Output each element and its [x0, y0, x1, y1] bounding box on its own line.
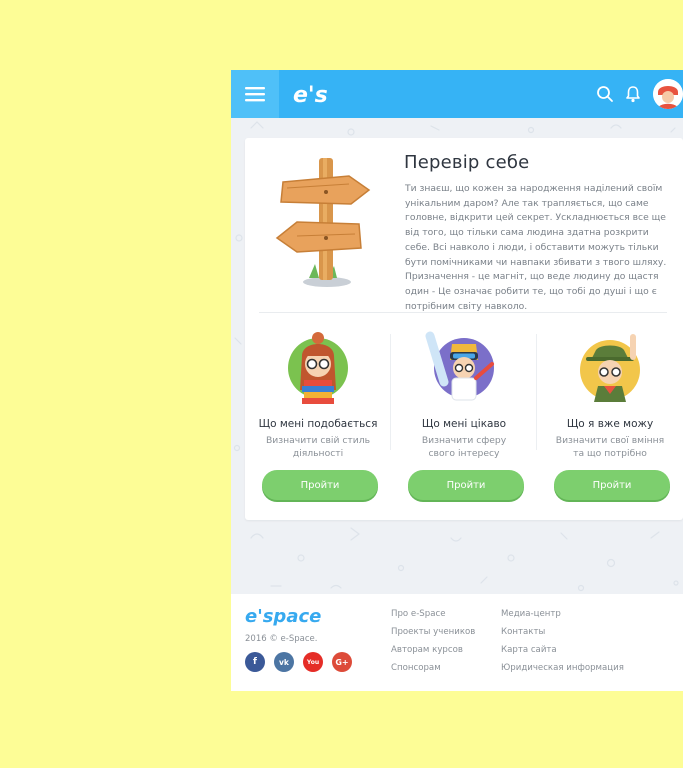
test-subtitle: Визначити сферу свого інтересу [421, 435, 507, 459]
svg-text:e's: e's [293, 83, 328, 106]
top-bar: e's [231, 70, 683, 118]
test-card-interests: Що мені цікаво Визначити сферу свого інт… [394, 330, 534, 510]
footer-link-about[interactable]: Про e-Space [391, 609, 445, 619]
start-test-button[interactable]: Пройти [408, 470, 524, 500]
divider [259, 312, 667, 313]
google-plus-icon[interactable]: G+ [332, 652, 352, 672]
app-frame: e's Перевір себе Ти знаєш, що кожен за н… [231, 70, 683, 691]
bell-icon[interactable] [625, 85, 641, 103]
girl-books-icon [288, 332, 348, 404]
copyright: 2016 © e-Space. [245, 634, 318, 644]
test-card-skills: Що я вже можу Визначити свої вміння та щ… [540, 330, 680, 510]
scout-icon [580, 334, 640, 402]
avatar[interactable] [653, 79, 683, 109]
footer-link-student-projects[interactable]: Проекты учеников [391, 627, 475, 637]
test-subtitle: Визначити свої вміння та що потрібно [555, 435, 665, 459]
skier-icon [425, 331, 494, 401]
start-test-button[interactable]: Пройти [262, 470, 378, 500]
test-title: Що я вже можу [566, 418, 654, 430]
vk-icon[interactable]: vk [274, 652, 294, 672]
test-title: Що мені подобається [258, 418, 378, 430]
self-test-card: Перевір себе Ти знаєш, що кожен за народ… [245, 138, 683, 520]
footer-link-contacts[interactable]: Контакты [501, 627, 545, 637]
user-avatar-icon [653, 79, 683, 109]
search-icon[interactable] [596, 85, 614, 103]
test-card-likes: Що мені подобається Визначити свій стиль… [248, 330, 388, 510]
footer-link-legal[interactable]: Юридическая информация [501, 663, 624, 673]
facebook-icon[interactable]: f [245, 652, 265, 672]
espace-logo[interactable]: e'space [245, 605, 337, 627]
footer-link-course-authors[interactable]: Авторам курсов [391, 645, 463, 655]
test-subtitle: Визначити свій стиль діяльності [265, 435, 370, 459]
signpost-illustration [275, 158, 371, 287]
menu-icon [245, 87, 265, 102]
youtube-icon[interactable]: You [303, 652, 323, 672]
footer-link-sponsors[interactable]: Спонсорам [391, 663, 441, 673]
card-title: Перевір себе [404, 152, 530, 173]
es-logo[interactable]: e's [293, 82, 333, 106]
footer-link-sitemap[interactable]: Карта сайта [501, 645, 557, 655]
test-title: Що мені цікаво [421, 418, 507, 430]
column-separator [390, 334, 391, 450]
menu-button[interactable] [231, 70, 279, 118]
card-description: Ти знаєш, що кожен за народження наділен… [405, 183, 667, 312]
svg-text:e'space: e'space [245, 606, 321, 627]
column-separator [536, 334, 537, 450]
footer: e'space 2016 © e-Space. f vk You G+ Про … [231, 594, 683, 691]
footer-link-media-center[interactable]: Медиа-центр [501, 609, 561, 619]
start-test-button[interactable]: Пройти [554, 470, 670, 500]
